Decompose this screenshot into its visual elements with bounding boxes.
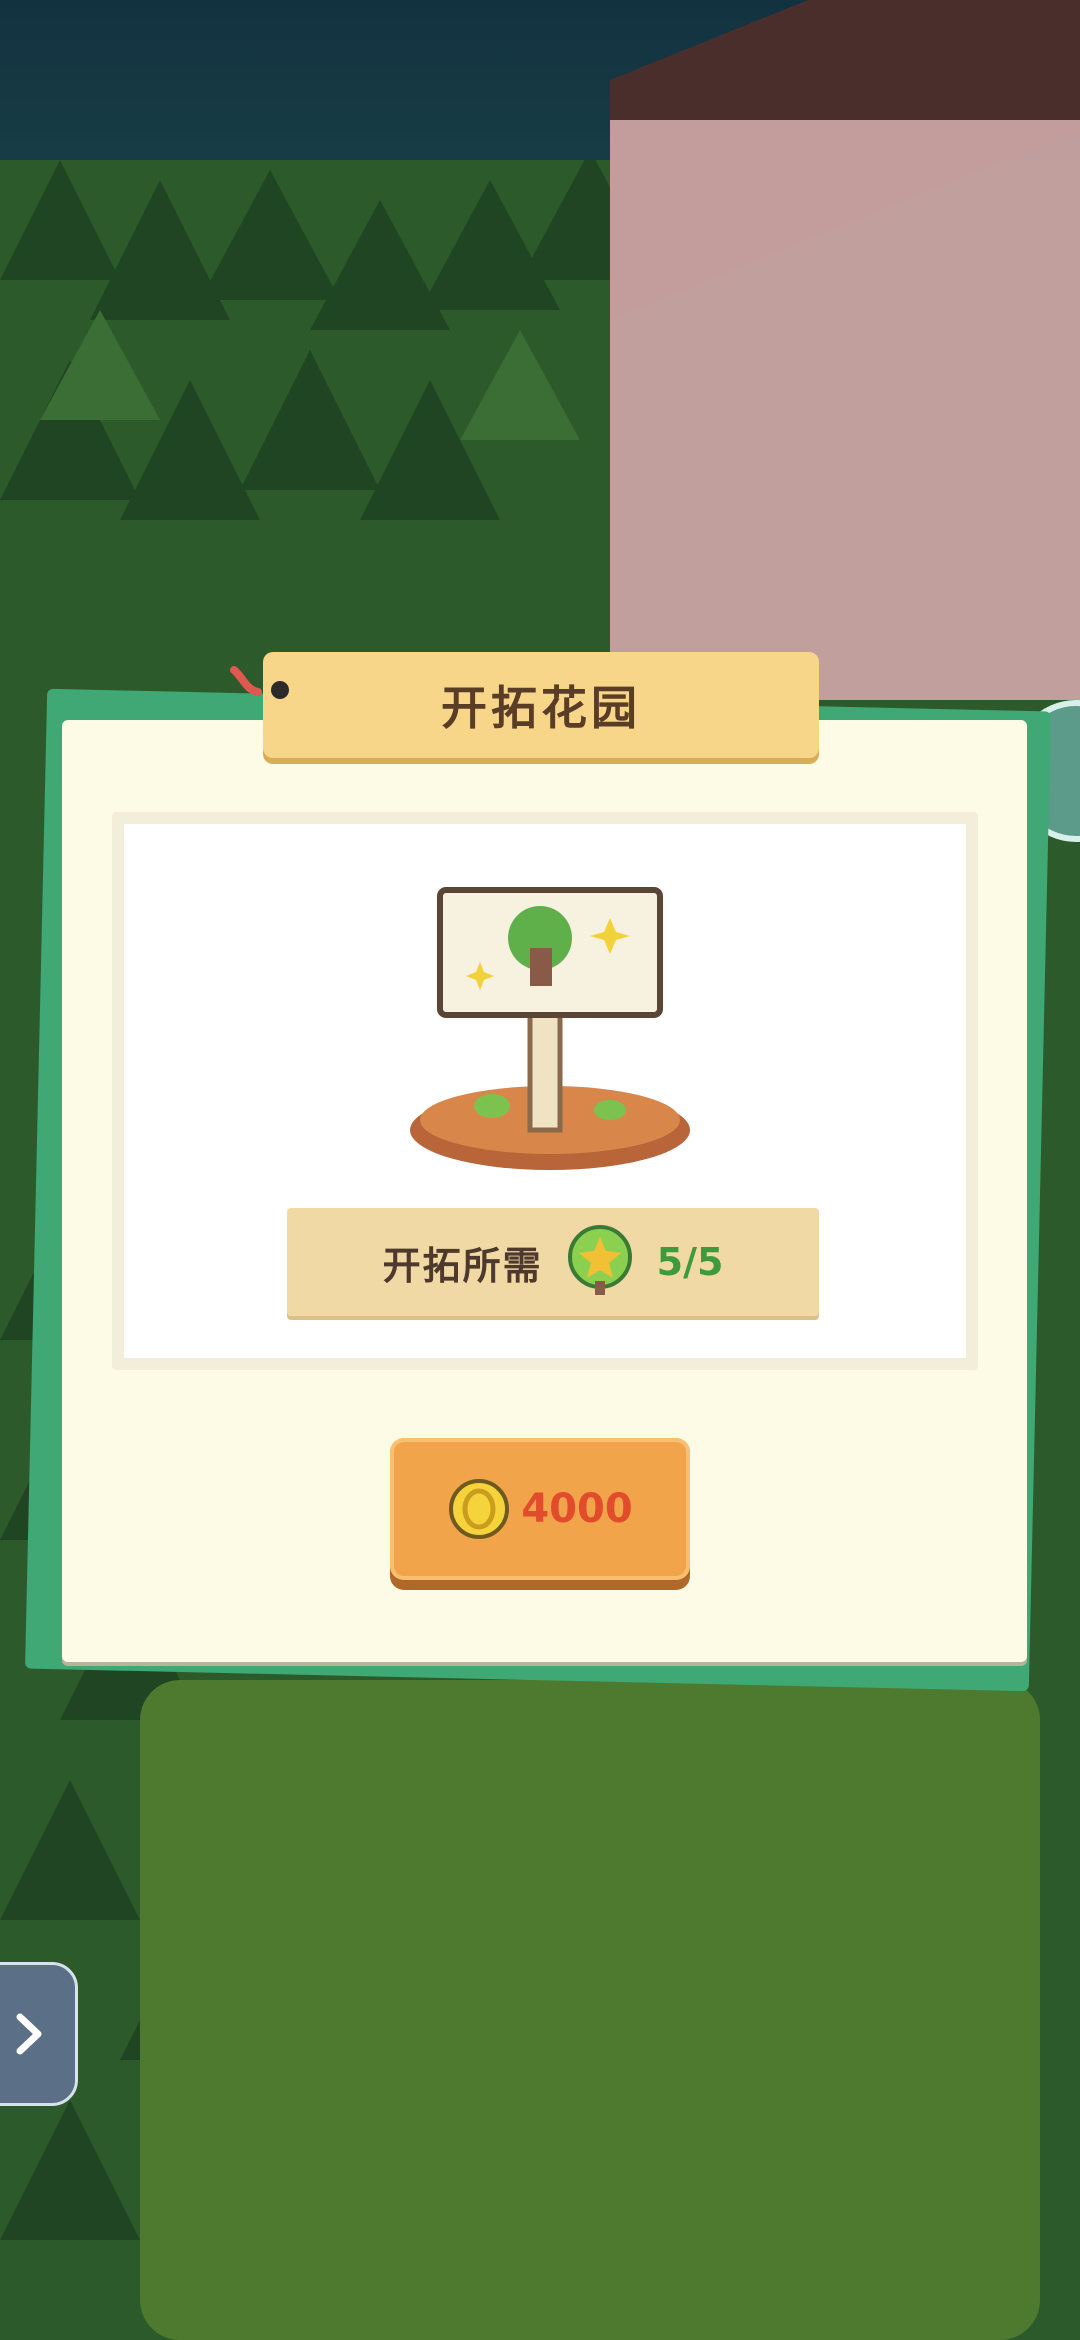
garden-meadow xyxy=(140,1680,1040,2340)
pin-icon xyxy=(230,666,289,699)
garden-sign-icon xyxy=(410,887,690,1170)
requirement-label: 开拓所需 xyxy=(382,1243,543,1288)
dialog-title: 开拓花园 xyxy=(441,681,641,735)
coin-icon xyxy=(449,1479,510,1539)
expand-purchase-button[interactable]: 4000 xyxy=(390,1438,690,1580)
requirement-count: 5/5 xyxy=(656,1240,724,1284)
dialog-title-ribbon: 开拓花园 xyxy=(263,652,819,758)
flower-shop xyxy=(610,120,1080,700)
price-label: 4000 xyxy=(521,1486,633,1532)
side-panel-toggle[interactable] xyxy=(0,1962,78,2106)
requirement-box: 开拓所需 5/5 xyxy=(287,1208,819,1316)
tree-icon xyxy=(567,1225,632,1295)
chevron-right-icon xyxy=(16,2013,42,2055)
